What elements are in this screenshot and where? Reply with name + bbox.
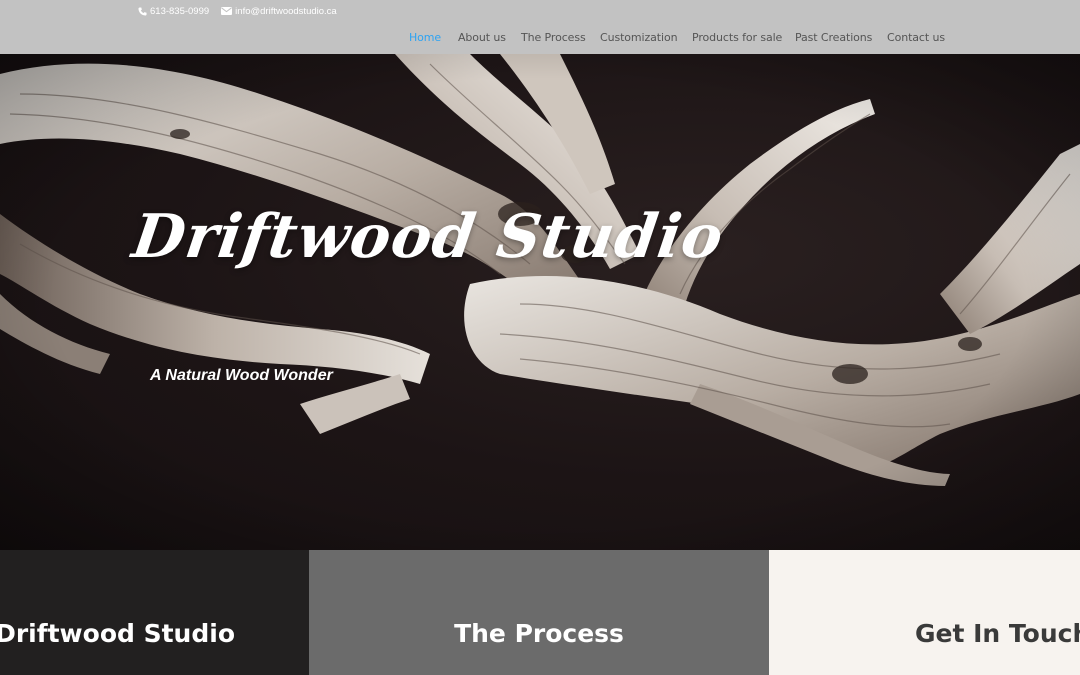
- hero-title: Driftwood Studio: [128, 202, 728, 272]
- nav-contact-us[interactable]: Contact us: [887, 31, 945, 44]
- process-panel[interactable]: The Process: [309, 550, 769, 675]
- site-header: 613-835-0999 info@driftwoodstudio.ca Hom…: [0, 0, 1080, 54]
- nav-customization[interactable]: Customization: [600, 31, 678, 44]
- hero-section: Driftwood Studio A Natural Wood Wonder: [0, 54, 1080, 550]
- about-panel[interactable]: About Driftwood Studio: [0, 550, 309, 675]
- driftwood-image: [0, 54, 1080, 550]
- email-link[interactable]: info@driftwoodstudio.ca: [221, 6, 337, 17]
- contact-bar: 613-835-0999 info@driftwoodstudio.ca: [138, 4, 337, 18]
- feature-panels: About Driftwood Studio The Process Get I…: [0, 550, 1080, 675]
- phone-number: 613-835-0999: [150, 5, 210, 17]
- phone-icon: [138, 6, 147, 16]
- nav-the-process[interactable]: The Process: [521, 31, 586, 44]
- email-address: info@driftwoodstudio.ca: [235, 5, 337, 17]
- mail-icon: [221, 7, 233, 15]
- main-nav: Home About us The Process Customization …: [0, 31, 1080, 45]
- about-panel-title: About Driftwood Studio: [0, 619, 235, 648]
- phone-link[interactable]: 613-835-0999: [138, 6, 209, 17]
- nav-products-for-sale[interactable]: Products for sale: [692, 31, 782, 44]
- nav-about-us[interactable]: About us: [458, 31, 506, 44]
- contact-panel[interactable]: Get In Touch: [769, 550, 1080, 675]
- nav-past-creations[interactable]: Past Creations: [795, 31, 872, 44]
- hero-subtitle: A Natural Wood Wonder: [150, 367, 333, 384]
- nav-home[interactable]: Home: [409, 31, 441, 44]
- contact-panel-title: Get In Touch: [915, 619, 1080, 648]
- process-panel-title: The Process: [454, 619, 624, 648]
